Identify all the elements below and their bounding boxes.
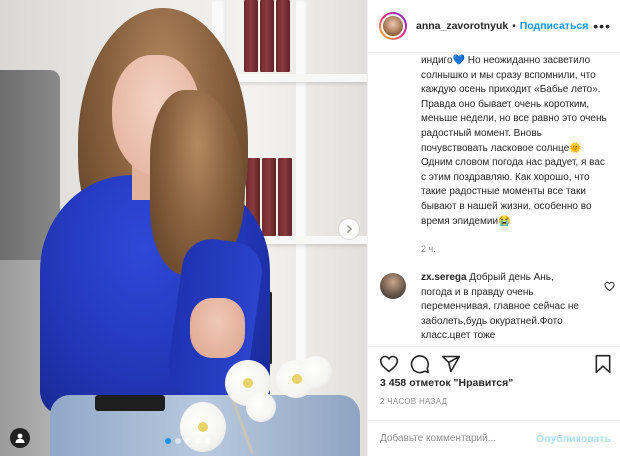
orchid-flower bbox=[246, 392, 276, 422]
carousel-indicators bbox=[165, 438, 211, 444]
carousel-dot bbox=[165, 438, 171, 444]
book bbox=[278, 158, 292, 236]
caption-timestamp: 2 ч. bbox=[421, 244, 436, 254]
more-options-icon[interactable]: ••• bbox=[593, 18, 611, 34]
next-slide-button[interactable] bbox=[338, 218, 360, 240]
commenter-avatar[interactable] bbox=[380, 273, 406, 299]
blue-heart-emoji: 💙 bbox=[452, 55, 465, 66]
carousel-dot bbox=[195, 438, 201, 444]
orchid-center bbox=[198, 422, 208, 432]
likes-count[interactable]: 3 458 отметок "Нравится" bbox=[380, 377, 513, 389]
commenter-username[interactable]: zx.serega bbox=[421, 272, 467, 283]
share-button[interactable] bbox=[440, 353, 462, 375]
instagram-post: anna_zavorotnyuk • Подписаться ••• индиг… bbox=[0, 0, 620, 456]
share-icon bbox=[441, 355, 461, 373]
shelf-post-right bbox=[296, 0, 308, 380]
comment-input[interactable] bbox=[380, 433, 537, 444]
comment-body: zx.serega Добрый день Ань, погода и в пр… bbox=[421, 271, 586, 344]
post-date[interactable]: 2 ЧАСОВ НАЗАД bbox=[380, 397, 447, 406]
author-avatar[interactable] bbox=[379, 12, 407, 40]
author-username[interactable]: anna_zavorotnyuk bbox=[416, 20, 508, 32]
heart-icon bbox=[379, 355, 399, 373]
post-photo[interactable] bbox=[0, 0, 367, 456]
orchid-flower bbox=[300, 356, 332, 388]
post-side-panel: anna_zavorotnyuk • Подписаться ••• индиг… bbox=[367, 0, 620, 456]
caption-text: Но неожиданно засветило солнышко и мы ср… bbox=[421, 55, 607, 154]
carousel-dot bbox=[175, 438, 181, 444]
post-actions-bar bbox=[368, 346, 620, 380]
publish-button[interactable]: Опубликовать bbox=[536, 433, 611, 445]
comment-icon bbox=[410, 355, 430, 374]
caption-text: индиго bbox=[421, 55, 453, 66]
comment-button[interactable] bbox=[409, 353, 431, 375]
save-button[interactable] bbox=[592, 353, 614, 375]
belt bbox=[95, 395, 165, 411]
comment-like-button[interactable] bbox=[604, 279, 615, 297]
user-tag-icon bbox=[15, 433, 25, 443]
heart-small-icon bbox=[604, 281, 615, 292]
book bbox=[276, 0, 290, 72]
follow-button[interactable]: Подписаться bbox=[520, 20, 589, 32]
like-button[interactable] bbox=[378, 353, 400, 375]
hand bbox=[190, 298, 245, 358]
carousel-dot bbox=[205, 438, 211, 444]
bookmark-icon bbox=[595, 354, 611, 374]
post-header: anna_zavorotnyuk • Подписаться ••• bbox=[368, 0, 620, 53]
chevron-right-icon bbox=[347, 225, 352, 233]
header-separator: • bbox=[512, 20, 516, 32]
post-caption: индиго💙 Но неожиданно засветило солнышко… bbox=[421, 54, 611, 229]
book bbox=[262, 158, 276, 236]
add-comment-form: Опубликовать bbox=[368, 420, 620, 456]
comments-section[interactable]: индиго💙 Но неожиданно засветило солнышко… bbox=[368, 54, 620, 346]
orchid-center bbox=[292, 374, 302, 384]
carousel-dot bbox=[185, 438, 191, 444]
sun-emoji: 🌞 bbox=[569, 142, 582, 154]
book bbox=[260, 0, 274, 72]
book bbox=[244, 0, 258, 72]
user-tag-button[interactable] bbox=[10, 428, 30, 448]
orchid-center bbox=[243, 378, 253, 388]
caption-text: Одним словом погода нас радует, я вас с … bbox=[421, 157, 605, 227]
crying-emoji: 😭 bbox=[498, 215, 511, 227]
avatar-image bbox=[381, 14, 405, 38]
